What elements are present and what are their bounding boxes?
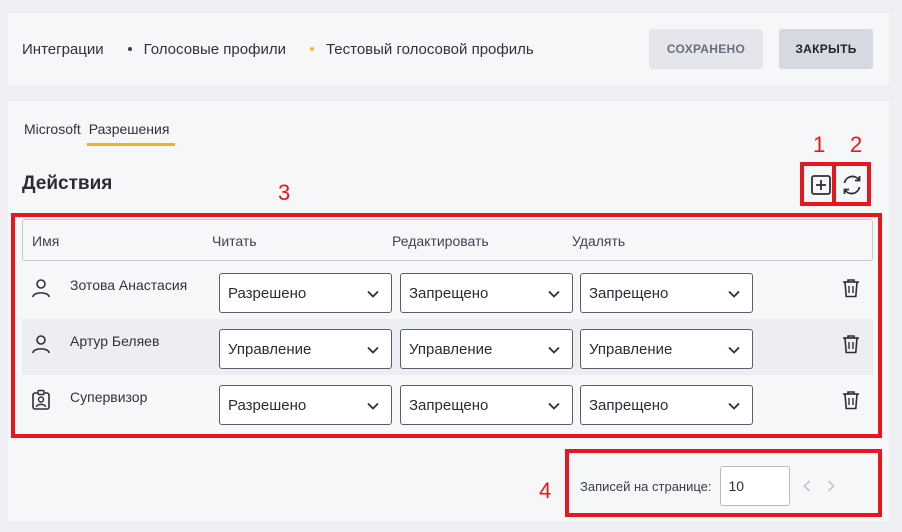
annotation-number-4: 4 [539, 478, 552, 503]
annotation-number-1: 1 [813, 132, 826, 157]
annotation-box-4 [565, 449, 882, 517]
tab-bar: Microsoft Разрешения [24, 121, 177, 146]
close-button[interactable]: ЗАКРЫТЬ [779, 29, 873, 69]
section-title: Действия [22, 173, 113, 194]
tab-permissions[interactable]: Разрешения [86, 121, 176, 146]
breadcrumb: Интеграции Голосовые профили Тестовый го… [22, 13, 534, 85]
breadcrumb-separator [127, 47, 132, 51]
header-bar: Интеграции Голосовые профили Тестовый го… [8, 13, 889, 85]
annotation-box-3 [11, 213, 882, 438]
breadcrumb-separator-current [309, 47, 314, 51]
annotation-box-1 [800, 162, 836, 206]
breadcrumb-integrations[interactable]: Интеграции [22, 41, 104, 58]
tab-microsoft[interactable]: Microsoft [24, 121, 85, 143]
breadcrumb-current-profile: Тестовый голосовой профиль [325, 40, 534, 58]
saved-button[interactable]: СОХРАНЕНО [649, 29, 763, 69]
annotation-number-2: 2 [850, 132, 863, 157]
annotation-box-2 [832, 162, 871, 206]
annotation-number-3: 3 [278, 180, 291, 205]
breadcrumb-voice-profiles[interactable]: Голосовые профили [144, 41, 286, 58]
